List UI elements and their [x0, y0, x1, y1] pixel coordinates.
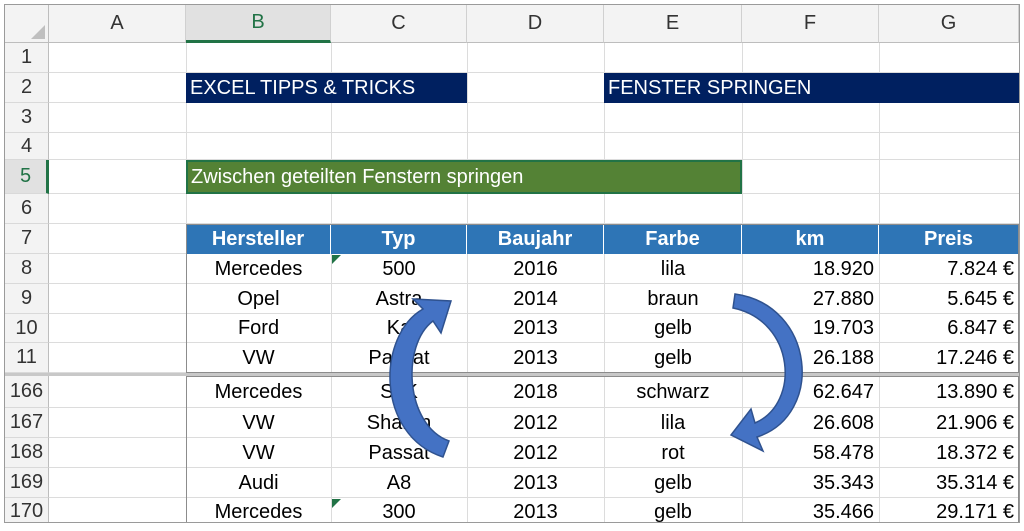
column-header-f[interactable]: F — [742, 5, 879, 43]
table-cell[interactable]: 21.906 € — [879, 408, 1019, 438]
column-header-e[interactable]: E — [604, 5, 742, 43]
row-header-169[interactable]: 169 — [5, 468, 49, 498]
row-header-8[interactable]: 8 — [5, 254, 49, 284]
table-cell[interactable]: VW — [186, 408, 331, 438]
table-cell[interactable]: 19.703 — [742, 314, 879, 343]
table-cell[interactable]: 58.478 — [742, 438, 879, 468]
table-header-km[interactable]: km — [742, 224, 879, 254]
table-cell[interactable]: 300 — [331, 498, 467, 523]
error-indicator-icon — [332, 499, 341, 508]
column-header-b[interactable]: B — [186, 5, 331, 43]
table-cell[interactable]: gelb — [604, 498, 742, 523]
table-cell[interactable]: gelb — [604, 314, 742, 343]
table-cell[interactable]: Ka — [331, 314, 467, 343]
table-cell[interactable]: 29.171 € — [879, 498, 1019, 523]
table-cell[interactable]: A8 — [331, 468, 467, 498]
table-cell[interactable]: 2016 — [467, 254, 604, 284]
row-header-166[interactable]: 166 — [5, 376, 49, 408]
table-cell[interactable]: 2014 — [467, 284, 604, 314]
row-header-1[interactable]: 1 — [5, 43, 49, 73]
table-cell[interactable]: schwarz — [604, 376, 742, 408]
row-header-2[interactable]: 2 — [5, 73, 49, 103]
table-header-hersteller[interactable]: Hersteller — [186, 224, 331, 254]
row-header-6[interactable]: 6 — [5, 194, 49, 224]
table-cell[interactable]: gelb — [604, 343, 742, 373]
table-header-preis[interactable]: Preis — [879, 224, 1019, 254]
table-cell[interactable]: Ford — [186, 314, 331, 343]
table-cell[interactable]: Sharan — [331, 408, 467, 438]
table-cell[interactable]: 7.824 € — [879, 254, 1019, 284]
table-cell[interactable]: 26.188 — [742, 343, 879, 373]
table-header-farbe[interactable]: Farbe — [604, 224, 742, 254]
table-cell[interactable]: 17.246 € — [879, 343, 1019, 373]
row-header-5[interactable]: 5 — [5, 160, 49, 194]
row-header-10[interactable]: 10 — [5, 314, 49, 343]
table-cell[interactable]: Mercedes — [186, 254, 331, 284]
select-all-button[interactable] — [5, 5, 49, 43]
table-cell[interactable]: 2013 — [467, 314, 604, 343]
table-cell[interactable]: 35.343 — [742, 468, 879, 498]
row-header-7[interactable]: 7 — [5, 224, 49, 254]
row-header-167[interactable]: 167 — [5, 408, 49, 438]
table-cell[interactable]: lila — [604, 408, 742, 438]
column-header-g[interactable]: G — [879, 5, 1019, 43]
error-indicator-icon — [332, 255, 341, 264]
table-header-baujahr[interactable]: Baujahr — [467, 224, 604, 254]
column-header-d[interactable]: D — [467, 5, 604, 43]
table-cell[interactable]: 27.880 — [742, 284, 879, 314]
row-header-11[interactable]: 11 — [5, 343, 49, 373]
table-cell[interactable]: 500 — [331, 254, 467, 284]
table-cell[interactable]: VW — [186, 438, 331, 468]
spreadsheet[interactable]: A B C D E F G 1 2 3 4 5 6 7 8 9 10 11 166 167 168 169 170 EXCEL… — [4, 4, 1020, 523]
table-cell[interactable]: 35.466 — [742, 498, 879, 523]
table-cell[interactable]: Passat — [331, 343, 467, 373]
table-cell[interactable]: Opel — [186, 284, 331, 314]
table-cell[interactable]: 2012 — [467, 438, 604, 468]
table-cell[interactable]: 2013 — [467, 343, 604, 373]
banner-excel-tipps: EXCEL TIPPS & TRICKS — [186, 73, 467, 103]
table-cell[interactable]: 2013 — [467, 468, 604, 498]
row-header-4[interactable]: 4 — [5, 133, 49, 160]
table-cell[interactable]: lila — [604, 254, 742, 284]
table-cell[interactable]: 62.647 — [742, 376, 879, 408]
row-header-9[interactable]: 9 — [5, 284, 49, 314]
row-header-3[interactable]: 3 — [5, 103, 49, 133]
table-cell[interactable]: Mercedes — [186, 376, 331, 408]
table-cell[interactable]: 35.314 € — [879, 468, 1019, 498]
row-header-170[interactable]: 170 — [5, 498, 49, 522]
table-cell[interactable]: Audi — [186, 468, 331, 498]
table-cell[interactable]: 2018 — [467, 376, 604, 408]
table-cell[interactable]: gelb — [604, 468, 742, 498]
row-header-168[interactable]: 168 — [5, 438, 49, 468]
table-cell[interactable]: 5.645 € — [879, 284, 1019, 314]
table-cell[interactable]: Mercedes — [186, 498, 331, 523]
gridline-horizontal — [49, 132, 1019, 133]
table-cell[interactable]: 18.372 € — [879, 438, 1019, 468]
table-cell[interactable]: Astra — [331, 284, 467, 314]
table-cell[interactable]: SLK — [331, 376, 467, 408]
banner-fenster-springen: FENSTER SPRINGEN — [604, 73, 1019, 103]
table-cell[interactable]: 6.847 € — [879, 314, 1019, 343]
column-header-a[interactable]: A — [49, 5, 186, 43]
table-header-typ[interactable]: Typ — [331, 224, 467, 254]
subtitle-cell[interactable]: Zwischen geteilten Fenstern springen — [186, 160, 742, 194]
column-header-c[interactable]: C — [331, 5, 467, 43]
table-cell[interactable]: 2012 — [467, 408, 604, 438]
table-cell[interactable]: 18.920 — [742, 254, 879, 284]
table-cell[interactable]: Passat — [331, 438, 467, 468]
table-cell[interactable]: 26.608 — [742, 408, 879, 438]
table-cell[interactable]: 13.890 € — [879, 376, 1019, 408]
table-cell[interactable]: rot — [604, 438, 742, 468]
table-cell[interactable]: braun — [604, 284, 742, 314]
table-cell[interactable]: VW — [186, 343, 331, 373]
table-cell[interactable]: 2013 — [467, 498, 604, 523]
